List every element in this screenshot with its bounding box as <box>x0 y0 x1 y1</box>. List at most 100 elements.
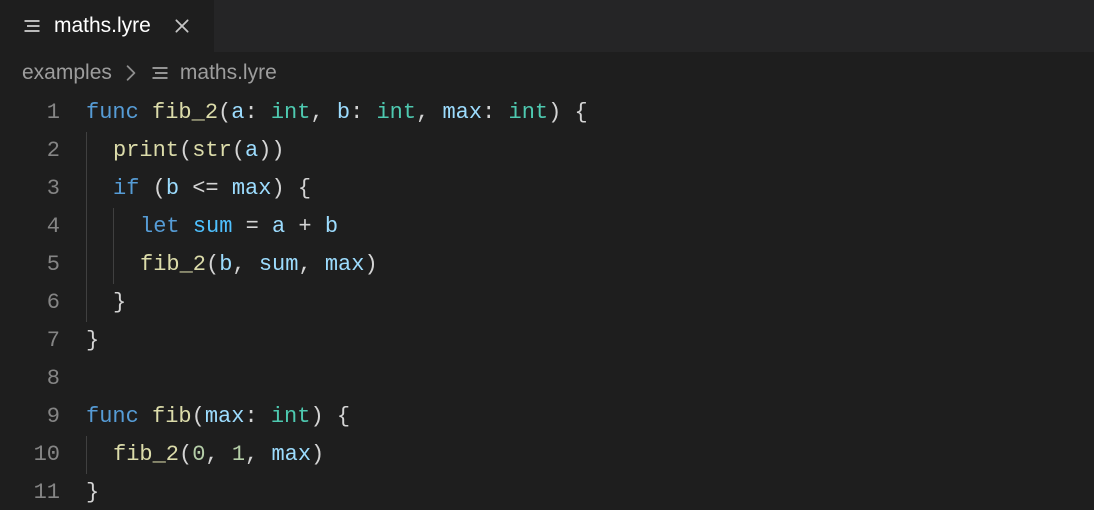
token: : <box>350 94 376 132</box>
line-number: 5 <box>0 246 86 284</box>
breadcrumb: examples maths.lyre <box>0 52 1094 94</box>
token: , <box>416 94 442 132</box>
token: ( <box>232 132 245 170</box>
token: int <box>509 94 549 132</box>
token: fib_2 <box>140 246 206 284</box>
line-number: 3 <box>0 170 86 208</box>
chevron-right-icon <box>122 64 140 82</box>
code-line[interactable]: 4 let sum = a + b <box>0 208 1094 246</box>
token: : <box>244 94 270 132</box>
line-number: 11 <box>0 474 86 510</box>
token: , <box>232 246 258 284</box>
token: int <box>271 398 311 436</box>
token: if <box>113 170 139 208</box>
code-line[interactable]: 1func fib_2(a: int, b: int, max: int) { <box>0 94 1094 132</box>
token: sum <box>259 246 299 284</box>
token: 1 <box>232 436 245 474</box>
line-number: 2 <box>0 132 86 170</box>
code-content: fib_2(0, 1, max) <box>86 436 324 474</box>
breadcrumb-file[interactable]: maths.lyre <box>180 61 277 85</box>
token: b <box>337 94 350 132</box>
token: , <box>245 436 271 474</box>
token: ( <box>206 246 219 284</box>
token: max <box>271 436 311 474</box>
token: max <box>442 94 482 132</box>
code-content: } <box>86 474 99 510</box>
token: a <box>245 132 258 170</box>
token: ( <box>179 436 192 474</box>
code-line[interactable]: 7} <box>0 322 1094 360</box>
code-content: } <box>86 284 126 322</box>
token: let <box>140 208 180 246</box>
tab-bar: maths.lyre <box>0 0 1094 52</box>
file-icon <box>22 16 42 36</box>
code-content: func fib(max: int) { <box>86 398 350 436</box>
code-line[interactable]: 9func fib(max: int) { <box>0 398 1094 436</box>
code-line[interactable]: 5 fib_2(b, sum, max) <box>0 246 1094 284</box>
token: 0 <box>192 436 205 474</box>
token: + <box>285 208 325 246</box>
token <box>139 170 152 208</box>
token: max <box>205 398 245 436</box>
token: , <box>310 94 336 132</box>
token: ( <box>192 398 205 436</box>
token: func <box>86 94 139 132</box>
token: fib_2 <box>152 94 218 132</box>
code-line[interactable]: 6 } <box>0 284 1094 322</box>
token: } <box>86 322 99 360</box>
token: ( <box>153 170 166 208</box>
line-number: 6 <box>0 284 86 322</box>
token: <= <box>179 170 232 208</box>
code-content: print(str(a)) <box>86 132 285 170</box>
token: ) { <box>310 398 350 436</box>
token: fib_2 <box>113 436 179 474</box>
code-line[interactable]: 11} <box>0 474 1094 510</box>
token <box>139 94 152 132</box>
token: b <box>325 208 338 246</box>
token: max <box>325 246 365 284</box>
token: fib <box>152 398 192 436</box>
tab-label: maths.lyre <box>54 14 151 38</box>
token: ) <box>311 436 324 474</box>
token: b <box>219 246 232 284</box>
code-content: } <box>86 322 99 360</box>
token: } <box>86 474 99 510</box>
line-number: 4 <box>0 208 86 246</box>
token: )) <box>258 132 284 170</box>
token: } <box>113 284 126 322</box>
token: : <box>244 398 270 436</box>
token: print <box>113 132 179 170</box>
code-content: let sum = a + b <box>86 208 338 246</box>
token: ( <box>179 132 192 170</box>
line-number: 7 <box>0 322 86 360</box>
token: = <box>232 208 272 246</box>
file-icon <box>150 63 170 83</box>
token: ) <box>364 246 377 284</box>
breadcrumb-folder[interactable]: examples <box>22 61 112 85</box>
code-line[interactable]: 8 <box>0 360 1094 398</box>
code-editor[interactable]: 1func fib_2(a: int, b: int, max: int) {2… <box>0 94 1094 510</box>
tab-maths-lyre[interactable]: maths.lyre <box>0 0 214 52</box>
code-line[interactable]: 3 if (b <= max) { <box>0 170 1094 208</box>
token: , <box>298 246 324 284</box>
line-number: 10 <box>0 436 86 474</box>
token: : <box>482 94 508 132</box>
token: a <box>231 94 244 132</box>
token: ) { <box>271 170 311 208</box>
token: a <box>272 208 285 246</box>
code-line[interactable]: 2 print(str(a)) <box>0 132 1094 170</box>
code-content: fib_2(b, sum, max) <box>86 246 378 284</box>
code-line[interactable]: 10 fib_2(0, 1, max) <box>0 436 1094 474</box>
token: int <box>376 94 416 132</box>
token: , <box>205 436 231 474</box>
token <box>180 208 193 246</box>
token: ( <box>218 94 231 132</box>
code-content: func fib_2(a: int, b: int, max: int) { <box>86 94 588 132</box>
close-icon[interactable] <box>169 13 195 39</box>
token: b <box>166 170 179 208</box>
token: int <box>271 94 311 132</box>
token: str <box>192 132 232 170</box>
line-number: 9 <box>0 398 86 436</box>
token: func <box>86 398 139 436</box>
token <box>139 398 152 436</box>
